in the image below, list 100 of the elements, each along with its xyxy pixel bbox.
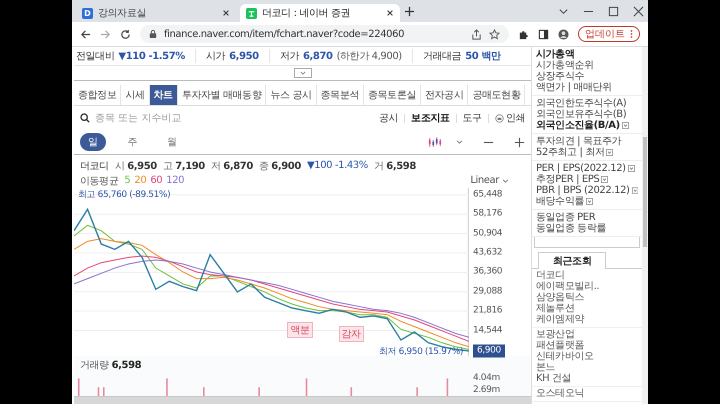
quote-field: 종 6,900	[258, 158, 301, 172]
summary-note: (하한가 4,900)	[336, 50, 402, 63]
stat-label: 투자의견 | 목표주가	[536, 136, 622, 147]
quote-field: 고 7,190	[162, 158, 205, 172]
print-button[interactable]: 인쇄	[494, 111, 525, 125]
stat-label: 외국인소진율(B/A)	[536, 120, 638, 131]
summary-value: 6,870	[302, 51, 333, 62]
nav-tab[interactable]: 공매도현황	[468, 85, 526, 105]
reload-icon[interactable]	[120, 28, 131, 40]
axis-label: 2.69m	[473, 385, 501, 395]
recent-stock-link[interactable]: 보광산업	[536, 329, 638, 340]
search-field[interactable]: 종목 또는 지수비교	[80, 112, 260, 124]
site-icon	[246, 8, 257, 18]
vertical-scrollbar[interactable]	[642, 47, 648, 404]
nav-tab[interactable]: 종목분석	[316, 85, 364, 105]
stat-label: 동일업종 PER	[536, 212, 596, 223]
dropdown-icon[interactable]	[601, 176, 608, 183]
menu-icon[interactable]	[630, 29, 633, 39]
axis-label: 50,904	[473, 228, 502, 240]
dropdown-icon[interactable]	[628, 165, 635, 172]
toolbar-link[interactable]: 보조지표	[411, 111, 450, 125]
puzzle-icon[interactable]	[518, 28, 529, 40]
horizontal-scrollbar[interactable]	[74, 396, 531, 404]
recent-stock-link[interactable]: 제놀루션	[536, 303, 638, 314]
toolbar-link[interactable]: 공시	[378, 111, 398, 125]
high-price-marker: 최고 65,760 (-89.51%)	[78, 189, 170, 201]
close-icon[interactable]	[633, 6, 644, 16]
stat-label: 시가총액순위	[536, 60, 595, 71]
nav-tab[interactable]: 투자자별 매매동향	[178, 85, 266, 105]
legend-label: 5	[124, 175, 130, 186]
dropdown-icon[interactable]	[622, 122, 629, 129]
nav-tab[interactable]: 전자공시	[421, 85, 468, 105]
price-change: ▼100 -1.43%	[306, 160, 368, 171]
stat-label: 시가총액	[536, 49, 576, 60]
recent-stock-link[interactable]: 케이엠제약	[536, 314, 638, 325]
stat-label: 외국인보유주식수(B)	[536, 109, 628, 120]
quote-field: 시 6,950	[114, 158, 157, 172]
address-field[interactable]: finance.naver.com/item/fchart.naver?code=224060	[140, 25, 509, 43]
period-tab[interactable]: 월	[159, 133, 185, 151]
update-button[interactable]: 업데이트	[578, 26, 640, 42]
close-icon[interactable]	[222, 9, 230, 17]
star-icon[interactable]	[489, 28, 500, 40]
legend-label: 120	[166, 175, 184, 186]
toolbar-link[interactable]: 도구	[462, 111, 482, 125]
stat-label: 배당수익률	[536, 196, 638, 207]
period-tab[interactable]: 주	[120, 133, 146, 151]
plus-icon[interactable]	[404, 6, 415, 16]
stat-label: 동일업종 등락률	[536, 223, 607, 234]
stat-label: PBR | BPS (2022.12)	[536, 185, 638, 196]
quote-field: 저 6,870	[210, 158, 253, 172]
dropdown-icon[interactable]	[586, 198, 594, 205]
dropdown-icon[interactable]	[632, 187, 638, 194]
low-price-marker: 최저 6,950 (15.97%)	[378, 346, 463, 358]
close-icon[interactable]	[386, 9, 394, 17]
moving-average-label: 이동평균	[80, 174, 118, 188]
summary-label: 저가	[280, 50, 299, 63]
stock-name: 더코디	[80, 160, 109, 172]
scale-dropdown[interactable]: Linear	[470, 175, 509, 186]
summary-value: 6,950	[229, 51, 259, 62]
period-tab[interactable]: 일	[80, 133, 106, 151]
nav-tab[interactable]: 뉴스 공시	[266, 85, 317, 105]
summary-label: 전일대비	[76, 50, 114, 63]
back-arrow-icon[interactable]	[80, 28, 91, 40]
candlestick-icon[interactable]	[428, 136, 442, 148]
recent-stock-link[interactable]: 에이팩모빌리..	[536, 281, 638, 292]
search-icon	[80, 113, 90, 123]
nav-tab[interactable]: 종목토론실	[364, 85, 422, 105]
legend-label: 60	[150, 175, 162, 186]
axis-label: 29,088	[473, 286, 502, 298]
browser-tab[interactable]: D 강의자료실	[76, 4, 236, 22]
axis-label: 4.04m	[473, 373, 501, 383]
summary-value: 50 백만	[465, 50, 501, 63]
recent-tab[interactable]: 최근조회	[538, 252, 606, 269]
recent-stock-link[interactable]: 더코디	[536, 270, 638, 281]
stat-label: 52주최고 | 최저	[536, 147, 638, 158]
zoom-in-icon[interactable]	[514, 136, 525, 148]
profile-icon[interactable]	[558, 28, 569, 40]
nav-tab[interactable]: 차트	[150, 85, 178, 105]
stat-label: 추정PER | EPS	[536, 174, 638, 185]
share-icon[interactable]	[471, 28, 482, 40]
browser-tab[interactable]: 더코디 : 네이버 증권	[240, 4, 400, 22]
recent-stock-link[interactable]: 패션플랫폼	[536, 340, 638, 351]
recent-stock-link[interactable]: 삼양옵틱스	[536, 292, 638, 303]
maximize-icon[interactable]	[608, 6, 619, 16]
caret-icon[interactable]	[456, 140, 463, 144]
nav-tab[interactable]: 종합정보	[74, 85, 122, 105]
axis-label: 65,448	[473, 189, 502, 200]
summary-value: ▼110 -1.57%	[118, 51, 185, 62]
caret-icon	[300, 71, 306, 75]
current-price-tag: 6,900	[473, 344, 505, 358]
dropdown-icon[interactable]	[606, 149, 614, 156]
recent-stock-link[interactable]: KH 건설	[536, 373, 638, 384]
stat-label: 액면가 | 매매단위	[536, 82, 613, 93]
axis-label: 58,176	[473, 208, 502, 220]
axis-label: 21,816	[473, 306, 502, 317]
collapse-button[interactable]	[294, 68, 312, 78]
recent-stock-link[interactable]: 신테카바이오	[536, 351, 638, 362]
recent-stock-link[interactable]: 오스테오닉	[536, 388, 638, 399]
sidebar-icon[interactable]	[538, 28, 549, 40]
recent-stock-link[interactable]: 본느	[536, 362, 638, 373]
